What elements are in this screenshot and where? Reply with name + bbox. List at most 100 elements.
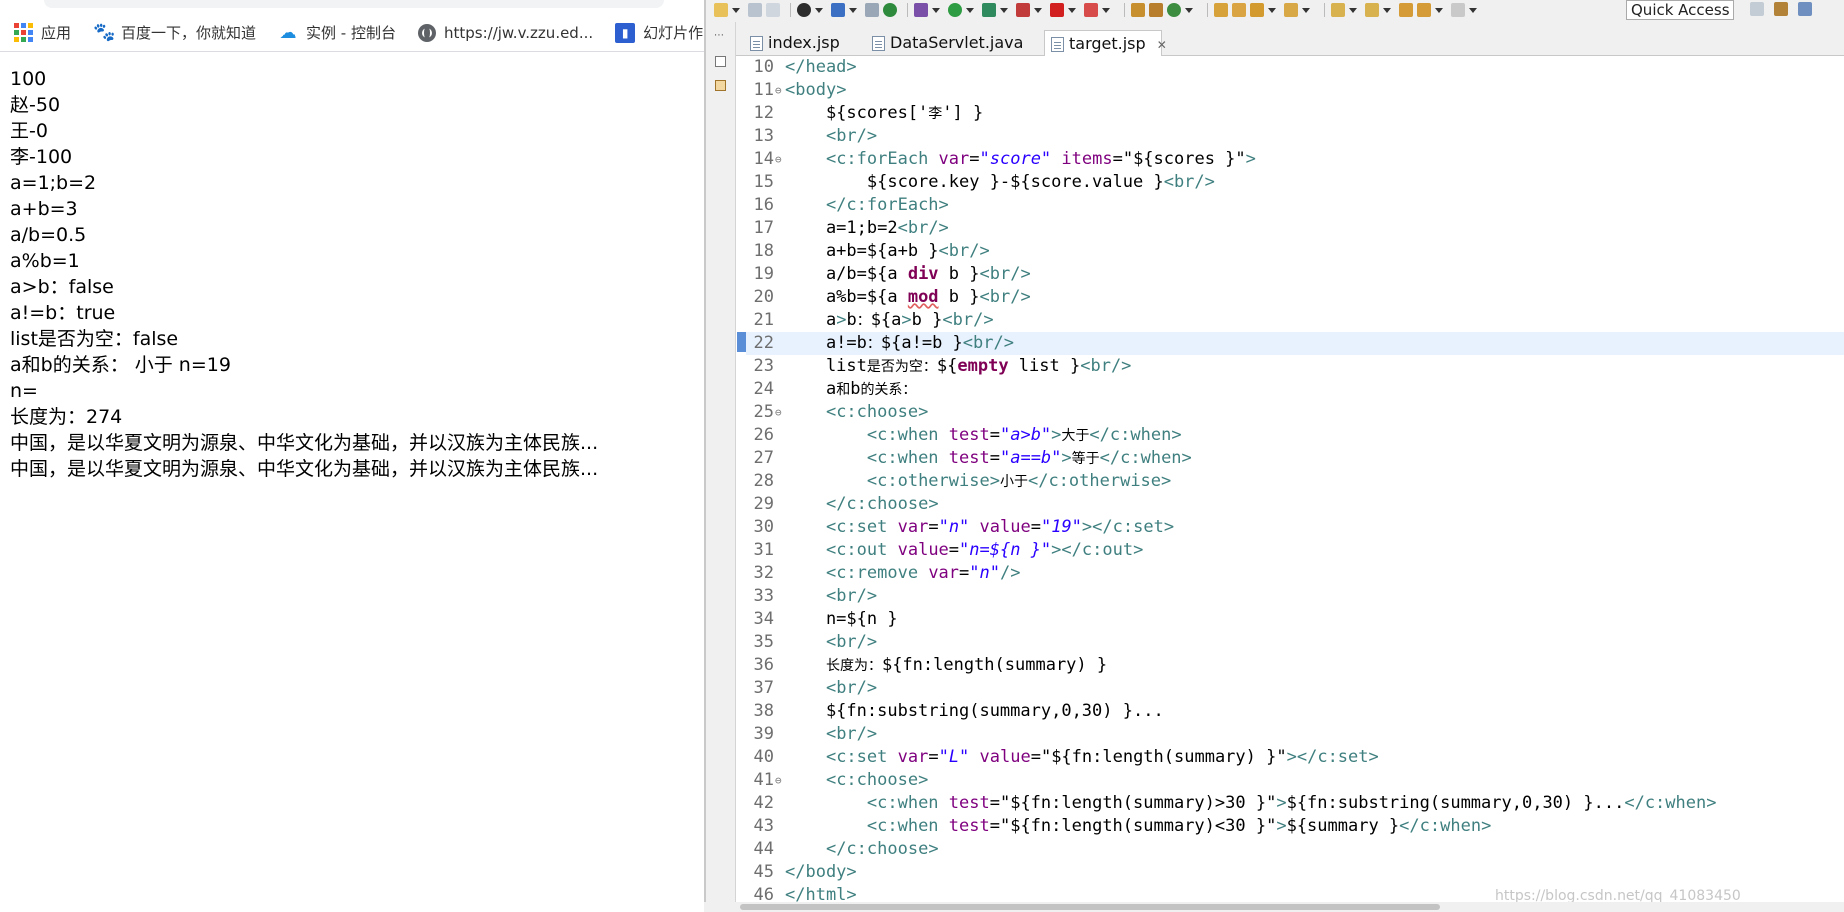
bookmark-apps[interactable]: 应用	[14, 22, 71, 43]
code-line[interactable]: 45 </body>	[746, 861, 1844, 884]
user-icon[interactable]	[797, 3, 811, 17]
code-line[interactable]: 14 ⊖ <c:forEach var="score" items="${scor…	[746, 148, 1844, 171]
code-line[interactable]: 32 <c:remove var="n"/>	[746, 562, 1844, 585]
view-menu-icon[interactable]: ⋯	[714, 30, 725, 41]
debug-icon[interactable]	[914, 3, 928, 17]
previous-annotation-icon[interactable]	[1365, 3, 1379, 17]
code-line[interactable]: 27 <c:when test="a==b">等于</c:when>	[746, 447, 1844, 470]
open-type-icon[interactable]	[1214, 3, 1228, 17]
java-ee-perspective-icon[interactable]	[1774, 2, 1788, 16]
fold-toggle-icon[interactable]: ⊖	[775, 769, 782, 792]
fold-toggle-icon[interactable]: ⊖	[775, 148, 782, 171]
open-folder-icon[interactable]	[1232, 3, 1246, 17]
next-annotation-dropdown-icon[interactable]	[1349, 7, 1357, 13]
run-dropdown-icon[interactable]	[966, 7, 974, 13]
code-line[interactable]: 38 ${fn:substring(summary,0,30) }...	[746, 700, 1844, 723]
address-bar-bottom[interactable]	[44, 0, 664, 8]
code-line[interactable]: 39 <br/>	[746, 723, 1844, 746]
external-tools-icon[interactable]	[1016, 3, 1030, 17]
code-line[interactable]: 11 ⊖ <body>	[746, 79, 1844, 102]
new-dropdown-icon[interactable]	[732, 7, 740, 13]
deploy-dropdown-icon[interactable]	[1102, 7, 1110, 13]
new-icon[interactable]	[714, 3, 728, 17]
bookmark-console[interactable]: ☁ 实例 - 控制台	[278, 22, 396, 43]
code-line[interactable]: 17 a=1;b=2<br/>	[746, 217, 1844, 240]
console-icon[interactable]	[831, 3, 845, 17]
new-class-icon[interactable]	[1167, 3, 1181, 17]
save-icon[interactable]	[748, 3, 762, 17]
fold-toggle-icon[interactable]: ⊖	[775, 79, 782, 102]
code-line[interactable]: 28 <c:otherwise>小于</c:otherwise>	[746, 470, 1844, 493]
code-line[interactable]: 15 ${score.key }-${score.value }<br/>	[746, 171, 1844, 194]
code-line[interactable]: 31 <c:out value="n=${n }"></c:out>	[746, 539, 1844, 562]
server-start-icon[interactable]	[883, 3, 897, 17]
deploy-icon[interactable]	[1084, 3, 1098, 17]
code-line[interactable]: 37 <br/>	[746, 677, 1844, 700]
code-line[interactable]: 30 <c:set var="n" value="19"></c:set>	[746, 516, 1844, 539]
code-line[interactable]: 12 ${scores['李'] }	[746, 102, 1844, 125]
stop-dropdown-icon[interactable]	[1068, 7, 1076, 13]
project-explorer-icon[interactable]	[715, 80, 726, 91]
code-line[interactable]: 33 <br/>	[746, 585, 1844, 608]
open-task-icon[interactable]	[1284, 3, 1298, 17]
code-line[interactable]: 21 a>b：${a>b }<br/>	[746, 309, 1844, 332]
java-perspective-icon[interactable]	[1798, 2, 1812, 16]
back-dropdown-icon[interactable]	[1435, 7, 1443, 13]
open-perspective-icon[interactable]	[1750, 2, 1764, 16]
tab-dataservlet-java[interactable]: DataServlet.java	[866, 30, 1023, 56]
horizontal-scrollbar[interactable]	[704, 902, 1844, 912]
code-line[interactable]: 16 </c:forEach>	[746, 194, 1844, 217]
user-dropdown-icon[interactable]	[815, 7, 823, 13]
code-line[interactable]: 19 a/b=${a div b }<br/>	[746, 263, 1844, 286]
close-tab-icon[interactable]: ✕	[1157, 38, 1167, 52]
bookmark-slides[interactable]: ▮ 幻灯片作	[615, 22, 703, 43]
code-line[interactable]: 29 </c:choose>	[746, 493, 1844, 516]
code-line[interactable]: 34 n=${n }	[746, 608, 1844, 631]
code-line[interactable]: 24 a和b的关系：	[746, 378, 1844, 401]
save-all-icon[interactable]	[766, 3, 780, 17]
tab-index-jsp[interactable]: index.jsp	[744, 30, 840, 56]
task-dropdown-icon[interactable]	[1302, 7, 1310, 13]
previous-annotation-dropdown-icon[interactable]	[1383, 7, 1391, 13]
restore-view-icon[interactable]	[715, 56, 726, 67]
console-dropdown-icon[interactable]	[849, 7, 857, 13]
debug-dropdown-icon[interactable]	[932, 7, 940, 13]
code-line[interactable]: 43 <c:when test="${fn:length(summary)<30…	[746, 815, 1844, 838]
quick-access-field[interactable]: Quick Access	[1626, 0, 1734, 20]
code-editor[interactable]: 10 </head> 11 ⊖ <body> 12 ${scores['李'] } 13 <…	[736, 56, 1844, 912]
code-line[interactable]: 44 </c:choose>	[746, 838, 1844, 861]
code-line[interactable]: 41 ⊖ <c:choose>	[746, 769, 1844, 792]
fold-toggle-icon[interactable]: ⊖	[775, 401, 782, 424]
tab-target-jsp[interactable]: target.jsp ✕	[1044, 30, 1167, 57]
new-java-project-icon[interactable]	[1131, 3, 1145, 17]
coverage-dropdown-icon[interactable]	[1000, 7, 1008, 13]
skip-breakpoints-icon[interactable]	[865, 3, 879, 17]
code-line[interactable]: 22 a!=b：${a!=b }<br/>	[746, 332, 1844, 355]
new-package-icon[interactable]	[1149, 3, 1163, 17]
code-line[interactable]: 10 </head>	[746, 56, 1844, 79]
code-line[interactable]: 40 <c:set var="L" value="${fn:length(sum…	[746, 746, 1844, 769]
code-line[interactable]: 23 list是否为空：${empty list }<br/>	[746, 355, 1844, 378]
code-line[interactable]: 18 a+b=${a+b }<br/>	[746, 240, 1844, 263]
last-edit-icon[interactable]	[1399, 3, 1413, 17]
external-tools-dropdown-icon[interactable]	[1034, 7, 1042, 13]
bookmark-zzu[interactable]: https://jw.v.zzu.ed...	[417, 23, 593, 42]
coverage-icon[interactable]	[982, 3, 996, 17]
search-icon[interactable]	[1250, 3, 1264, 17]
code-line[interactable]: 26 <c:when test="a>b">大于</c:when>	[746, 424, 1844, 447]
next-annotation-icon[interactable]	[1331, 3, 1345, 17]
search-dropdown-icon[interactable]	[1268, 7, 1276, 13]
code-line[interactable]: 36 长度为：${fn:length(summary) }	[746, 654, 1844, 677]
back-icon[interactable]	[1417, 3, 1431, 17]
code-line[interactable]: 35 <br/>	[746, 631, 1844, 654]
scrollbar-thumb[interactable]	[740, 904, 1440, 910]
code-line[interactable]: 25 ⊖ <c:choose>	[746, 401, 1844, 424]
forward-dropdown-icon[interactable]	[1469, 7, 1477, 13]
new-class-dropdown-icon[interactable]	[1185, 7, 1193, 13]
forward-icon[interactable]	[1451, 3, 1465, 17]
code-line[interactable]: 13 <br/>	[746, 125, 1844, 148]
code-line[interactable]: 42 <c:when test="${fn:length(summary)>30…	[746, 792, 1844, 815]
code-line[interactable]: 20 a%b=${a mod b }<br/>	[746, 286, 1844, 309]
stop-icon[interactable]	[1050, 3, 1064, 17]
bookmark-baidu[interactable]: 🐾 百度一下，你就知道	[93, 22, 256, 43]
